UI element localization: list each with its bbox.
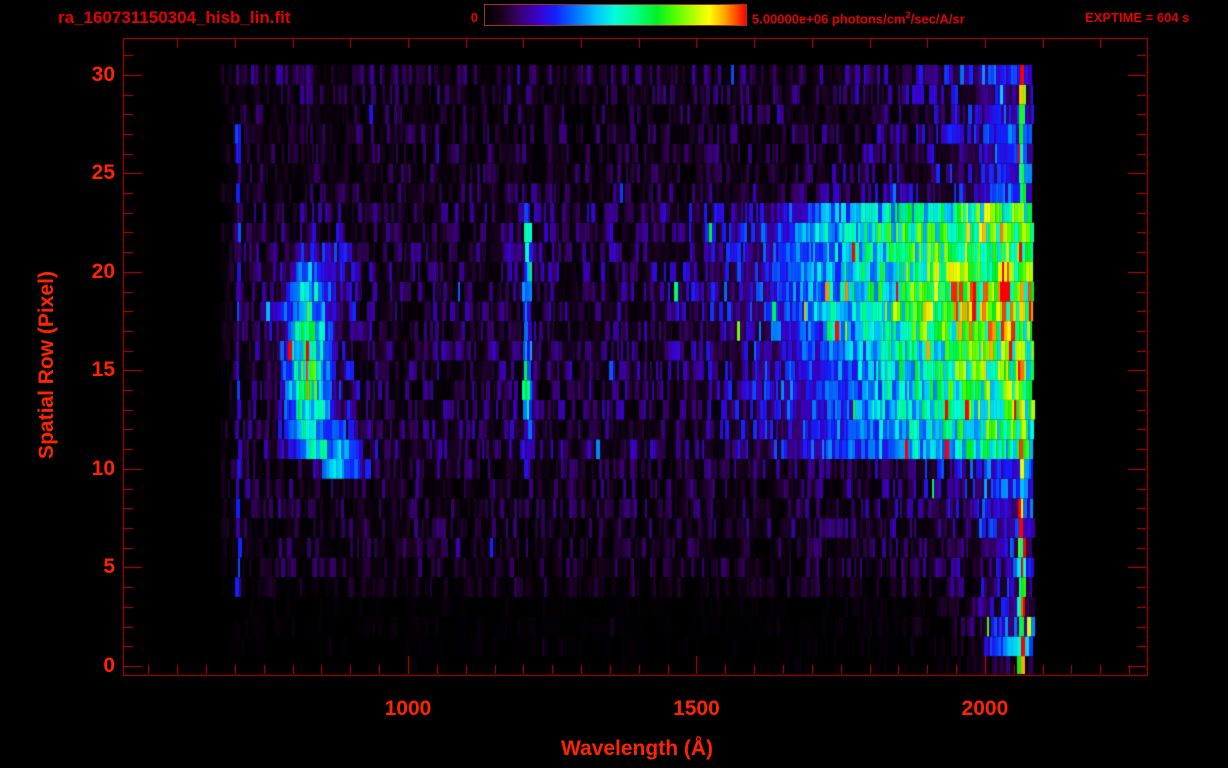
x-axis-title: Wavelength (Å)	[560, 737, 714, 760]
y-tick-label: 30	[91, 62, 115, 86]
colorbar-max-value: 5.00000e+06 photons/cm	[752, 11, 906, 27]
colorbar	[484, 4, 747, 26]
x-tick-label: 1000	[384, 697, 432, 720]
exptime-label: EXPTIME = 604 s	[1085, 10, 1190, 25]
idl-display-window: ra_160731150304_hisb_lin.fit 0 5.00000e+…	[0, 0, 1228, 768]
y-tick-label: 15	[91, 358, 115, 382]
colorbar-max-label: 5.00000e+06 photons/cm2/sec/A/sr	[752, 10, 965, 26]
spectrum-heatmap-canvas	[0, 0, 1228, 768]
x-tick-label: 1500	[673, 697, 720, 720]
file-title: ra_160731150304_hisb_lin.fit	[58, 8, 291, 27]
colorbar-min-label: 0	[470, 10, 478, 25]
y-tick-label: 5	[103, 555, 115, 579]
y-tick-label: 0	[103, 653, 115, 677]
y-tick-label: 10	[91, 456, 115, 480]
y-tick-label: 25	[91, 161, 115, 185]
x-tick-label: 2000	[961, 697, 1009, 720]
y-tick-label: 20	[91, 259, 115, 283]
colorbar-max-units: /sec/A/sr	[910, 11, 965, 27]
